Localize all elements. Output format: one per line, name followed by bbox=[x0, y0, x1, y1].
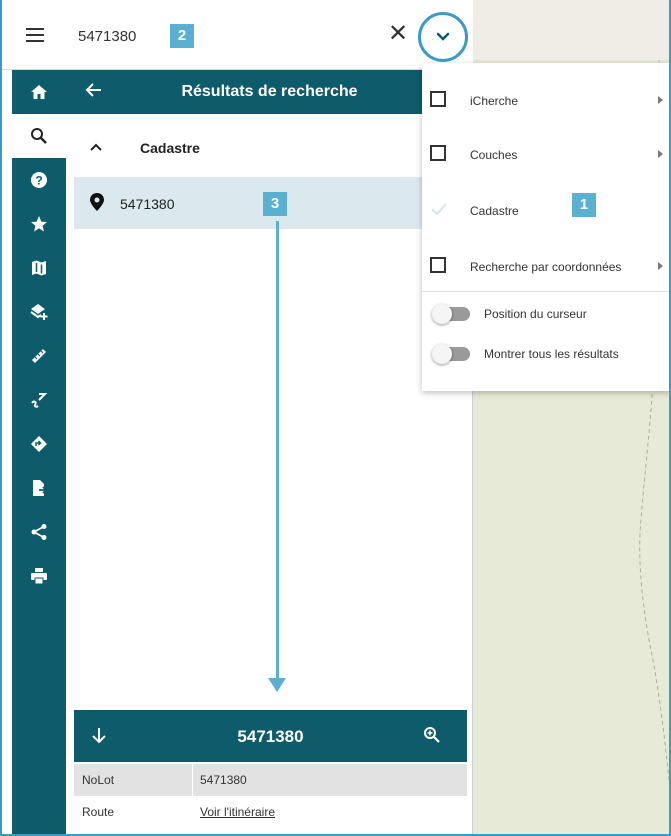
search-input[interactable]: 5471380 bbox=[78, 28, 136, 45]
menu-item-label: Recherche par coordonnées bbox=[470, 260, 622, 274]
draw-icon bbox=[31, 393, 48, 408]
menu-item-label: iCherche bbox=[470, 94, 519, 108]
sidebar-item-help[interactable]: ? bbox=[12, 158, 66, 202]
toggle-switch[interactable] bbox=[432, 344, 470, 364]
search-bar: 5471380 ✕ bbox=[0, 0, 473, 70]
annotation-badge-1: 1 bbox=[572, 193, 596, 217]
attribute-row: Route Voir l'itinéraire bbox=[74, 796, 467, 828]
add-layer-icon bbox=[30, 304, 48, 320]
map-tile-area bbox=[473, 0, 671, 60]
menu-item-cadastre[interactable]: Cadastre bbox=[422, 179, 671, 235]
sidebar-rail: ? bbox=[12, 70, 66, 836]
annotation-arrow bbox=[276, 221, 279, 681]
menu-divider bbox=[422, 291, 671, 292]
chevron-up-icon bbox=[90, 143, 102, 151]
star-icon bbox=[31, 216, 47, 232]
panel-header: Résultats de recherche bbox=[66, 70, 473, 114]
checkbox[interactable] bbox=[430, 91, 446, 107]
sidebar-item-home[interactable] bbox=[12, 70, 66, 114]
checkbox-checked[interactable] bbox=[430, 201, 447, 217]
annotation-arrow-head bbox=[268, 678, 286, 692]
result-item-label: 5471380 bbox=[120, 196, 175, 212]
close-icon[interactable]: ✕ bbox=[388, 22, 408, 46]
sidebar-item-draw[interactable] bbox=[12, 378, 66, 422]
menu-item-couches[interactable]: Couches bbox=[422, 123, 671, 179]
annotation-badge-2: 2 bbox=[170, 24, 194, 48]
sidebar-item-add-layer[interactable] bbox=[12, 290, 66, 334]
attribute-key: Route bbox=[82, 805, 115, 819]
svg-text:?: ? bbox=[35, 174, 42, 188]
sidebar-item-favorites[interactable] bbox=[12, 202, 66, 246]
result-group-label: Cadastre bbox=[140, 140, 200, 156]
toggle-switch[interactable] bbox=[432, 304, 470, 324]
menu-item-icherche[interactable]: iCherche bbox=[422, 69, 671, 125]
sidebar-item-share[interactable] bbox=[12, 510, 66, 554]
search-options-menu: iCherche Couches Cadastre Recherche par … bbox=[422, 63, 671, 391]
toggle-show-all-results[interactable]: Montrer tous les résultats bbox=[422, 339, 671, 369]
hamburger-icon[interactable] bbox=[26, 28, 44, 42]
checkbox[interactable] bbox=[430, 257, 446, 273]
panel-title: Résultats de recherche bbox=[181, 83, 358, 100]
detail-title: 5471380 bbox=[237, 727, 304, 746]
directions-icon bbox=[31, 436, 47, 452]
home-icon bbox=[31, 85, 47, 99]
map-icon bbox=[32, 260, 46, 276]
attribute-row: NoLot 5471380 bbox=[74, 764, 467, 796]
sidebar-item-export[interactable] bbox=[12, 466, 66, 510]
print-icon bbox=[31, 568, 47, 585]
menu-item-coordinates[interactable]: Recherche par coordonnées bbox=[422, 235, 671, 291]
menu-item-label: Couches bbox=[470, 148, 518, 162]
sidebar-item-measure[interactable] bbox=[12, 334, 66, 378]
attribute-value: 5471380 bbox=[200, 773, 247, 787]
menu-item-label: Cadastre bbox=[470, 204, 519, 218]
location-pin-icon bbox=[90, 193, 104, 211]
directions-link[interactable]: Voir l'itinéraire bbox=[200, 805, 275, 819]
detail-header: 5471380 bbox=[74, 710, 467, 762]
checkbox[interactable] bbox=[430, 145, 446, 161]
zoom-in-icon[interactable] bbox=[423, 726, 441, 744]
sidebar-item-directions[interactable] bbox=[12, 422, 66, 466]
search-icon bbox=[31, 128, 47, 144]
sidebar-item-search[interactable] bbox=[12, 114, 66, 158]
chevron-right-icon bbox=[658, 150, 663, 158]
sidebar-item-map[interactable] bbox=[12, 246, 66, 290]
share-icon bbox=[31, 524, 47, 540]
ruler-icon bbox=[32, 349, 46, 363]
result-detail-card: 5471380 NoLot 5471380 Route Voir l'itiné… bbox=[74, 710, 467, 836]
annotation-badge-3: 3 bbox=[263, 192, 287, 216]
checkmark-icon bbox=[431, 203, 447, 216]
chevron-down-icon bbox=[436, 32, 450, 41]
toggle-label: Position du curseur bbox=[484, 307, 587, 321]
chevron-right-icon bbox=[658, 262, 663, 270]
attribute-key: NoLot bbox=[82, 773, 115, 787]
toggle-cursor-position[interactable]: Position du curseur bbox=[422, 299, 671, 329]
search-options-button[interactable] bbox=[418, 12, 468, 62]
sidebar-item-print[interactable] bbox=[12, 554, 66, 598]
toggle-label: Montrer tous les résultats bbox=[484, 347, 619, 361]
help-icon: ? bbox=[31, 172, 47, 188]
export-file-icon bbox=[33, 480, 48, 496]
chevron-right-icon bbox=[658, 96, 663, 104]
result-group-header[interactable]: Cadastre bbox=[66, 126, 473, 170]
attribute-divider bbox=[192, 764, 193, 796]
